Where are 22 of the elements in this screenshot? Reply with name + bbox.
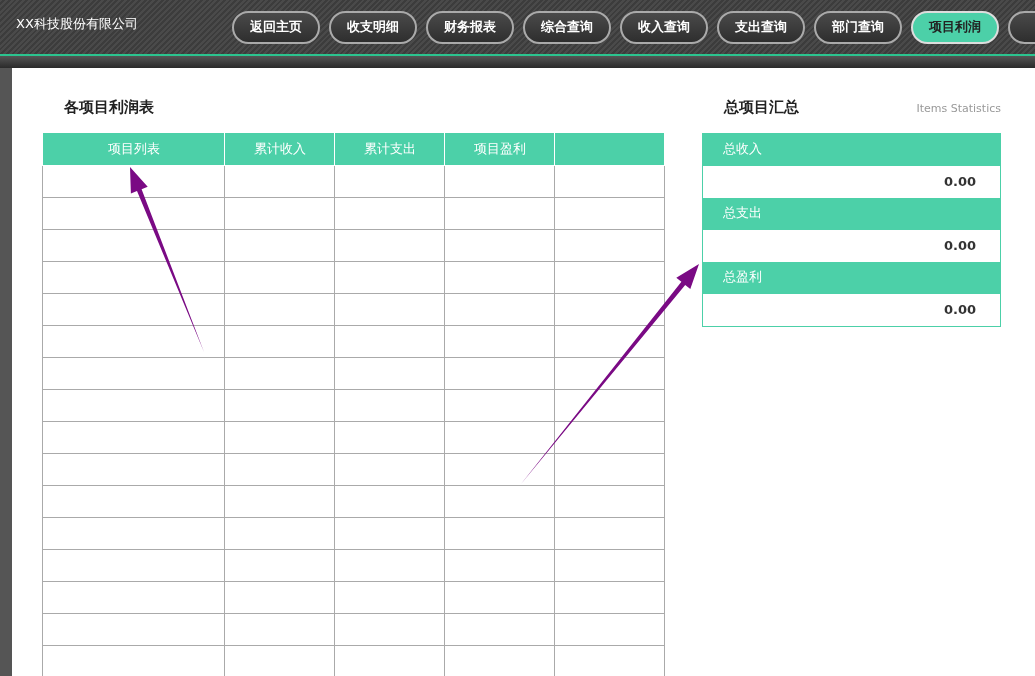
nav-tab[interactable]: 部门查询	[814, 10, 902, 44]
column-header: 项目盈利	[444, 133, 555, 166]
nav-tab[interactable]: 返回主页	[232, 10, 320, 44]
column-header: 项目列表	[42, 133, 225, 166]
summary-label: 总支出	[703, 198, 1000, 230]
column-header: 累计支出	[334, 133, 445, 166]
summary-label: 总收入	[703, 134, 1000, 166]
summary-label: 总盈利	[703, 262, 1000, 294]
summary-value: 0.00	[942, 173, 977, 191]
section-title: 总项目汇总	[722, 97, 799, 118]
nav-tab[interactable]: 财务报表	[426, 10, 514, 44]
nav-tab[interactable]: 收支明细	[329, 10, 417, 44]
summary-value: 0.00	[942, 301, 977, 319]
section-subtitle: Items Statistics	[916, 102, 1001, 115]
nav-tab[interactable]: 支出查询	[717, 10, 805, 44]
company-name: XX科技股份有限公司	[15, 15, 139, 33]
summary-value: 0.00	[942, 237, 977, 255]
column-header: 累计收入	[224, 133, 335, 166]
nav-tab[interactable]: 项目利润	[911, 10, 999, 44]
nav-tab[interactable]: 收入查询	[620, 10, 708, 44]
section-title: 各项目利润表	[63, 97, 155, 118]
nav-tab[interactable]: 综合查询	[523, 10, 611, 44]
